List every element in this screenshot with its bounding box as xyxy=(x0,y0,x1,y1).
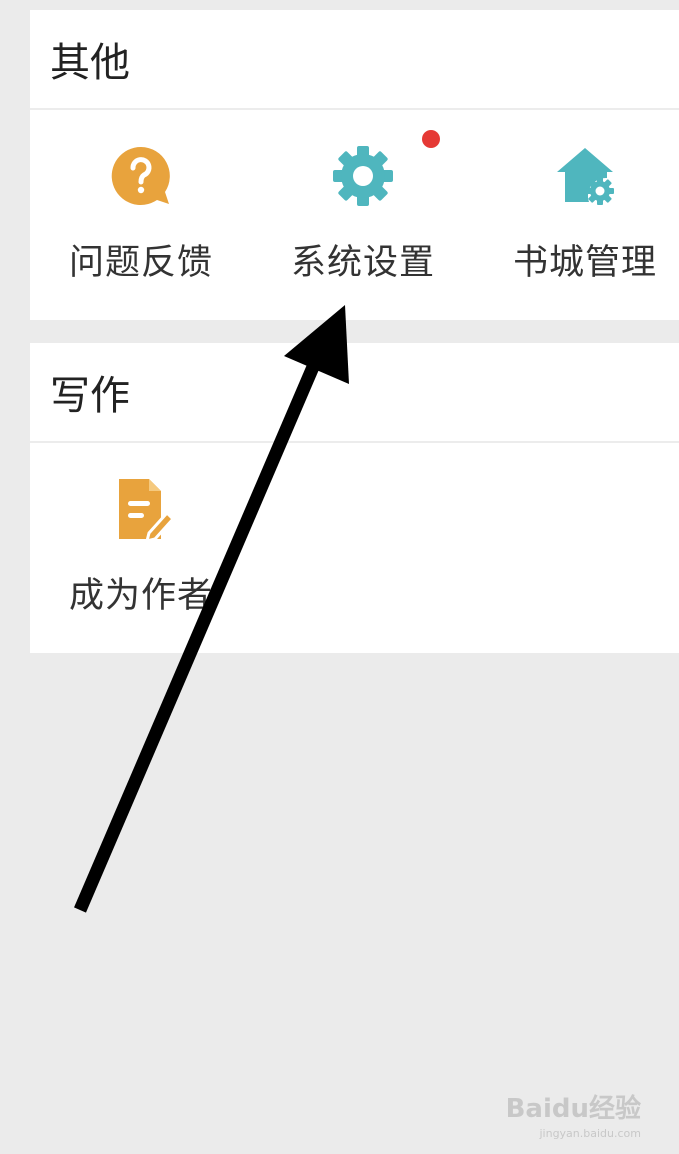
section-title-writing: 写作 xyxy=(30,343,679,443)
watermark-brand: Baidu经验 xyxy=(505,1094,641,1124)
become-author-button[interactable]: 成为作者 xyxy=(30,443,252,653)
section-title-other: 其他 xyxy=(30,10,679,110)
writing-grid: 成为作者 xyxy=(30,443,679,653)
edit-document-icon xyxy=(119,479,173,541)
store-settings-icon xyxy=(557,148,614,205)
system-settings-button[interactable]: 系统设置 xyxy=(252,110,474,320)
section-other: 其他 问题反馈 系统设置 书城管理 xyxy=(30,10,679,320)
store-management-label: 书城管理 xyxy=(512,243,657,283)
gear-icon xyxy=(333,146,393,206)
feedback-label: 问题反馈 xyxy=(68,243,213,283)
section-writing: 写作 成为作者 xyxy=(30,343,679,653)
become-author-label: 成为作者 xyxy=(68,576,213,616)
system-settings-label: 系统设置 xyxy=(290,243,435,283)
feedback-button[interactable]: 问题反馈 xyxy=(30,110,252,320)
notification-dot xyxy=(422,130,440,148)
baidu-jingyan-watermark: Baidu经验 jingyan.baidu.com xyxy=(506,1088,641,1140)
feedback-question-icon xyxy=(111,146,170,205)
other-grid: 问题反馈 系统设置 书城管理 xyxy=(30,110,679,320)
watermark-url: jingyan.baidu.com xyxy=(539,1127,641,1140)
store-management-button[interactable]: 书城管理 xyxy=(474,110,679,320)
